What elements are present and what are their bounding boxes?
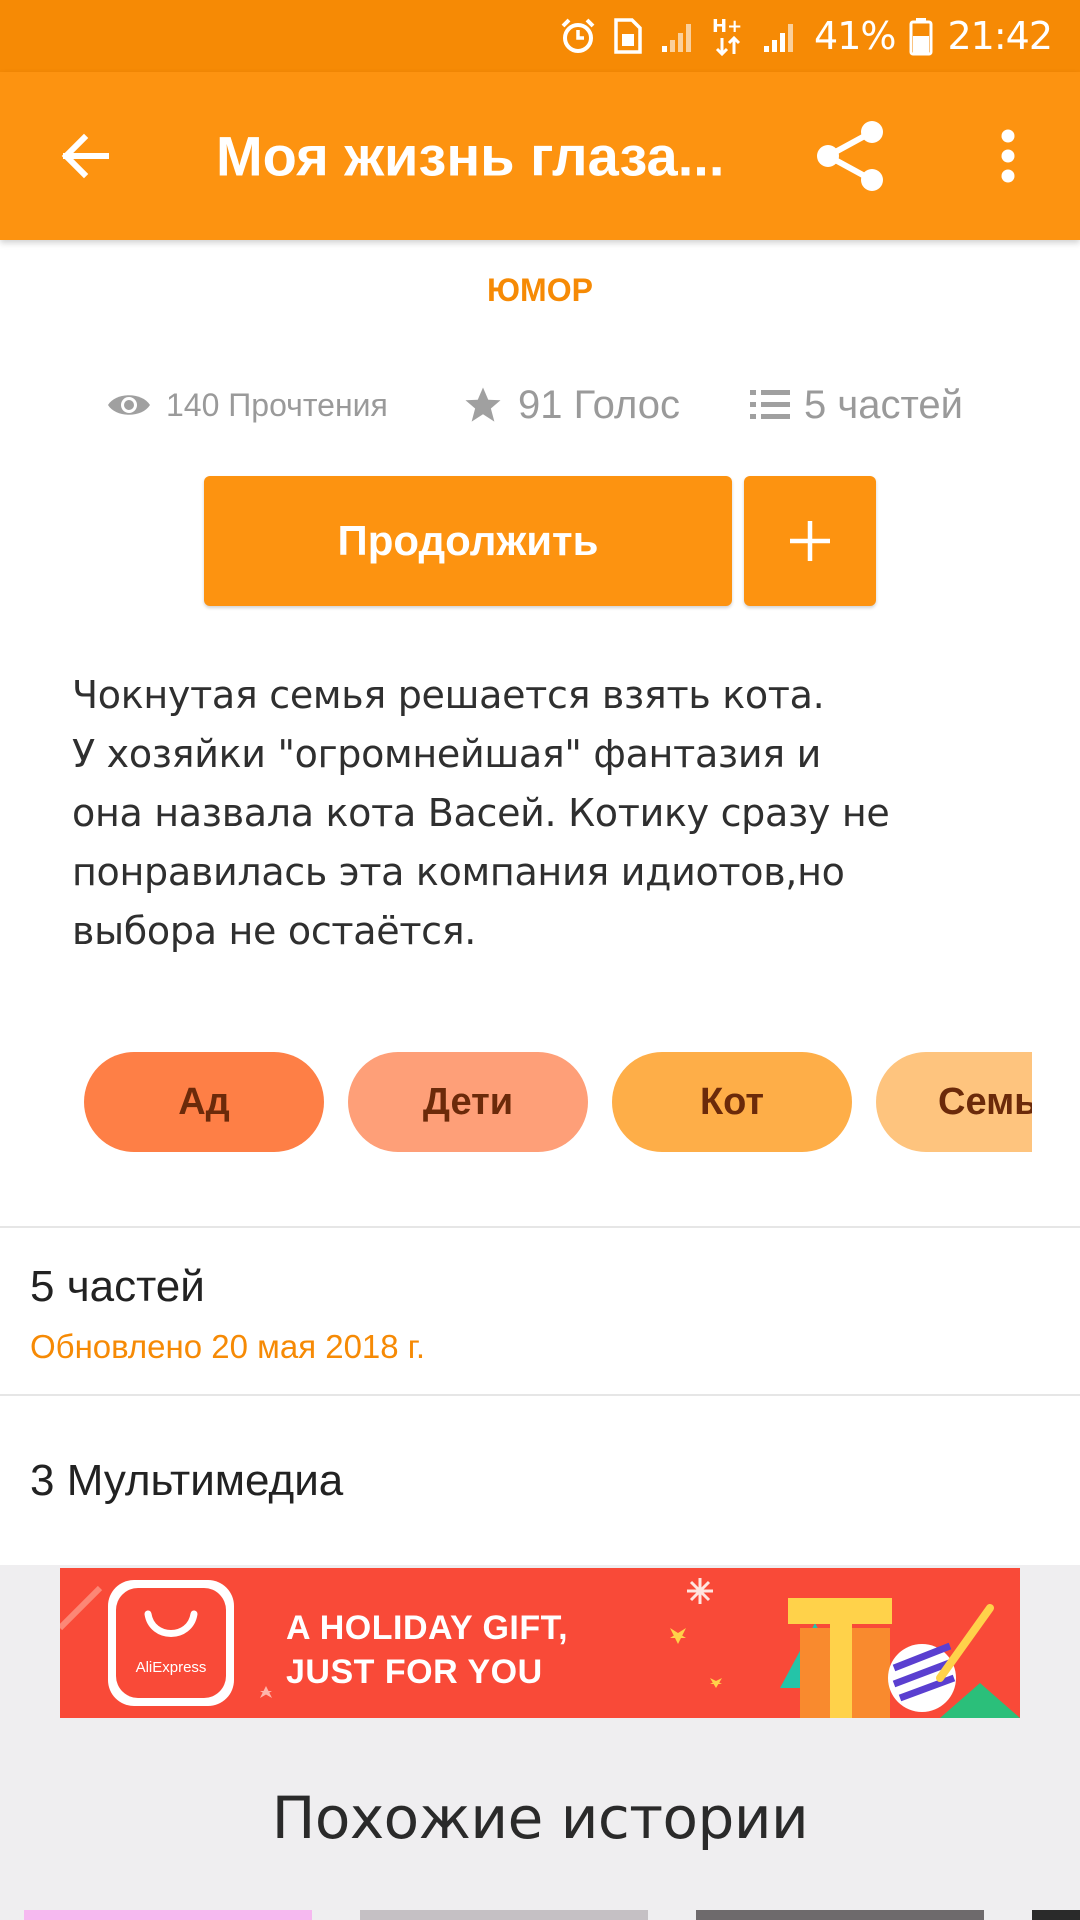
divider	[0, 1394, 1080, 1396]
divider	[0, 1226, 1080, 1228]
aliexpress-logo: AliExpress	[108, 1580, 234, 1706]
more-vert-icon[interactable]	[985, 116, 1031, 196]
genre-label[interactable]: ЮМОР	[0, 272, 1080, 309]
tag-chip[interactable]: Кот	[612, 1052, 852, 1152]
sim-icon	[612, 16, 644, 56]
tag-list: Ад Дети Кот Семья	[84, 1052, 1032, 1152]
continue-reading-button[interactable]: Продолжить	[204, 476, 732, 606]
status-bar: H+ 41% 21:42	[0, 0, 1080, 72]
alarm-icon	[558, 16, 598, 56]
add-to-library-button[interactable]	[744, 476, 876, 606]
eye-icon	[108, 395, 150, 415]
hplus-data-icon: H+	[712, 14, 746, 58]
tag-label: Семья	[938, 1080, 1032, 1123]
tag-label: Ад	[178, 1080, 230, 1123]
app-toolbar: Моя жизнь глаза...	[0, 72, 1080, 240]
story-title: Моя жизнь глаза...	[216, 124, 725, 188]
tag-chip[interactable]: Дети	[348, 1052, 588, 1152]
signal-icon	[658, 16, 698, 56]
list-icon	[750, 390, 790, 419]
share-icon[interactable]	[810, 116, 890, 196]
parts-stat: 5 частей	[750, 370, 963, 440]
svg-text:H+: H+	[712, 16, 742, 37]
logo-text: AliExpress	[135, 1659, 207, 1676]
parts-updated-date: Обновлено 20 мая 2018 г.	[30, 1328, 425, 1365]
tag-chip[interactable]: Ад	[84, 1052, 324, 1152]
clock: 21:42	[947, 14, 1053, 58]
signal-icon	[760, 16, 800, 56]
reads-count: 140 Прочтения	[166, 386, 388, 423]
story-description: Чокнутая семья решается взять кота. У хо…	[72, 673, 890, 953]
parts-section-title[interactable]: 5 частей	[30, 1262, 205, 1312]
votes-count: 91 Голос	[518, 382, 680, 427]
parts-count: 5 частей	[804, 382, 963, 427]
star-icon	[465, 387, 501, 422]
tag-chip[interactable]: Семья	[876, 1052, 1032, 1152]
ad-banner[interactable]: AliExpress A HOLIDAY GIFT, JUST FOR YOU	[60, 1568, 1020, 1718]
battery-percent: 41%	[814, 14, 896, 58]
media-section-title[interactable]: 3 Мультимедиа	[30, 1456, 343, 1506]
arrow-back-icon[interactable]	[50, 121, 120, 191]
battery-icon	[909, 16, 933, 56]
ad-line-2: JUST FOR YOU	[286, 1653, 543, 1691]
reads-stat: 140 Прочтения	[106, 370, 388, 440]
ad-headline: A HOLIDAY GIFT, JUST FOR YOU	[286, 1606, 568, 1694]
similar-stories-list	[0, 1910, 1080, 1920]
votes-stat: 91 Голос	[462, 370, 680, 440]
story-thumbnail[interactable]	[1032, 1910, 1080, 1920]
tag-label: Кот	[699, 1080, 765, 1123]
plus-icon	[790, 521, 830, 561]
story-stats: 140 Прочтения 91 Голос 5 частей	[0, 370, 1080, 440]
tag-label: Дети	[422, 1080, 514, 1123]
story-thumbnail[interactable]	[696, 1910, 984, 1920]
ad-line-1: A HOLIDAY GIFT,	[286, 1609, 569, 1647]
similar-stories-title: Похожие истории	[271, 1784, 809, 1852]
story-thumbnail[interactable]	[24, 1910, 312, 1920]
story-thumbnail[interactable]	[360, 1910, 648, 1920]
